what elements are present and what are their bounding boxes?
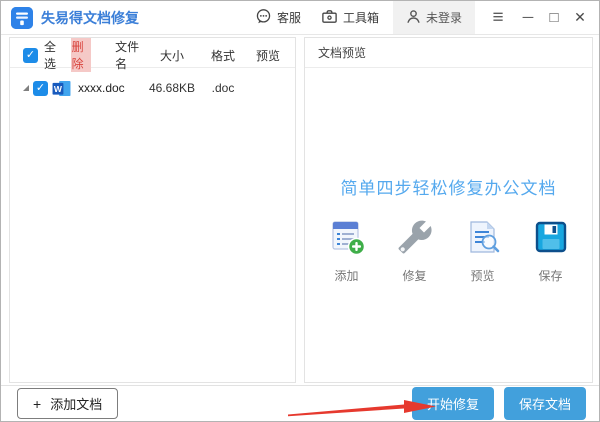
start-repair-button[interactable]: 开始修复 bbox=[411, 387, 494, 420]
file-list-header: ✓ 全选 删除 文件名 大小 格式 预览 bbox=[10, 38, 295, 72]
steps-row: 添加 修复 预览 保存 bbox=[305, 219, 592, 284]
table-row[interactable]: ✓ W xxxx.doc 46.68KB .doc bbox=[10, 73, 295, 103]
preview-placeholder: 简单四步轻松修复办公文档 添加 修复 预览 保存 bbox=[305, 174, 592, 284]
preview-panel: 文档预览 简单四步轻松修复办公文档 添加 修复 预览 保存 bbox=[304, 37, 593, 383]
step-add: 添加 bbox=[324, 219, 370, 284]
toolbox-label: 工具箱 bbox=[342, 11, 379, 25]
select-all-checkbox[interactable]: ✓ bbox=[23, 47, 38, 63]
wrench-icon bbox=[397, 219, 433, 260]
step-save: 保存 bbox=[528, 219, 574, 284]
step-add-label: 添加 bbox=[334, 269, 359, 283]
column-preview: 预览 bbox=[255, 48, 280, 63]
step-repair-label: 修复 bbox=[402, 269, 427, 283]
add-document-label: 添加文档 bbox=[50, 397, 103, 412]
chat-bubble-icon bbox=[255, 8, 272, 28]
tree-expander-icon[interactable] bbox=[23, 85, 29, 91]
preview-document-icon bbox=[465, 219, 501, 260]
titlebar-right: 客服 工具箱 未登录 ≡ ─ □ ✕ bbox=[255, 1, 599, 34]
file-format: .doc bbox=[211, 81, 235, 95]
step-preview-label: 预览 bbox=[470, 269, 495, 283]
customer-service-button[interactable]: 客服 bbox=[255, 1, 301, 34]
login-label: 未登录 bbox=[425, 11, 462, 25]
minimize-button[interactable]: ─ bbox=[515, 1, 541, 34]
save-document-button[interactable]: 保存文档 bbox=[503, 387, 586, 420]
plus-icon: + bbox=[33, 395, 42, 412]
column-filename: 文件名 bbox=[115, 40, 140, 71]
select-all-label[interactable]: 全选 bbox=[44, 38, 63, 72]
toolbox-button[interactable]: 工具箱 bbox=[321, 1, 379, 34]
column-format: 格式 bbox=[210, 48, 235, 63]
svg-text:W: W bbox=[54, 83, 63, 93]
preview-headline: 简单四步轻松修复办公文档 bbox=[340, 179, 557, 198]
app-title: 失易得文档修复 bbox=[41, 9, 139, 26]
preview-panel-title: 文档预览 bbox=[318, 46, 367, 60]
preview-panel-header: 文档预览 bbox=[305, 38, 592, 68]
save-disk-icon bbox=[533, 219, 569, 260]
titlebar: 失易得文档修复 客服 工具箱 未登录 ≡ ─ □ ✕ bbox=[1, 1, 599, 35]
word-file-icon: W bbox=[52, 80, 71, 97]
user-icon bbox=[406, 9, 421, 27]
step-repair: 修复 bbox=[392, 219, 438, 284]
customer-service-label: 客服 bbox=[276, 11, 301, 25]
app-window: 失易得文档修复 客服 工具箱 未登录 ≡ ─ □ ✕ ✓ 全选 删除 文件名 大… bbox=[0, 0, 600, 422]
file-name: xxxx.doc bbox=[78, 81, 125, 95]
maximize-button[interactable]: □ bbox=[541, 1, 567, 34]
menu-icon[interactable]: ≡ bbox=[485, 1, 511, 34]
column-size: 大小 bbox=[159, 48, 184, 63]
delete-link[interactable]: 删除 bbox=[70, 38, 92, 72]
step-save-label: 保存 bbox=[538, 269, 563, 283]
row-checkbox[interactable]: ✓ bbox=[33, 80, 48, 96]
close-button[interactable]: ✕ bbox=[567, 1, 593, 34]
login-button[interactable]: 未登录 bbox=[392, 1, 475, 34]
step-preview: 预览 bbox=[460, 219, 506, 284]
add-document-icon bbox=[329, 219, 365, 260]
footer: + 添加文档 开始修复 保存文档 bbox=[1, 385, 599, 421]
file-size: 46.68KB bbox=[148, 81, 196, 95]
toolbox-icon bbox=[321, 8, 338, 28]
app-logo-icon bbox=[11, 6, 33, 29]
file-list-panel: ✓ 全选 删除 文件名 大小 格式 预览 ✓ W xxxx.doc 46.68K… bbox=[9, 37, 296, 383]
add-document-button[interactable]: + 添加文档 bbox=[17, 388, 119, 419]
